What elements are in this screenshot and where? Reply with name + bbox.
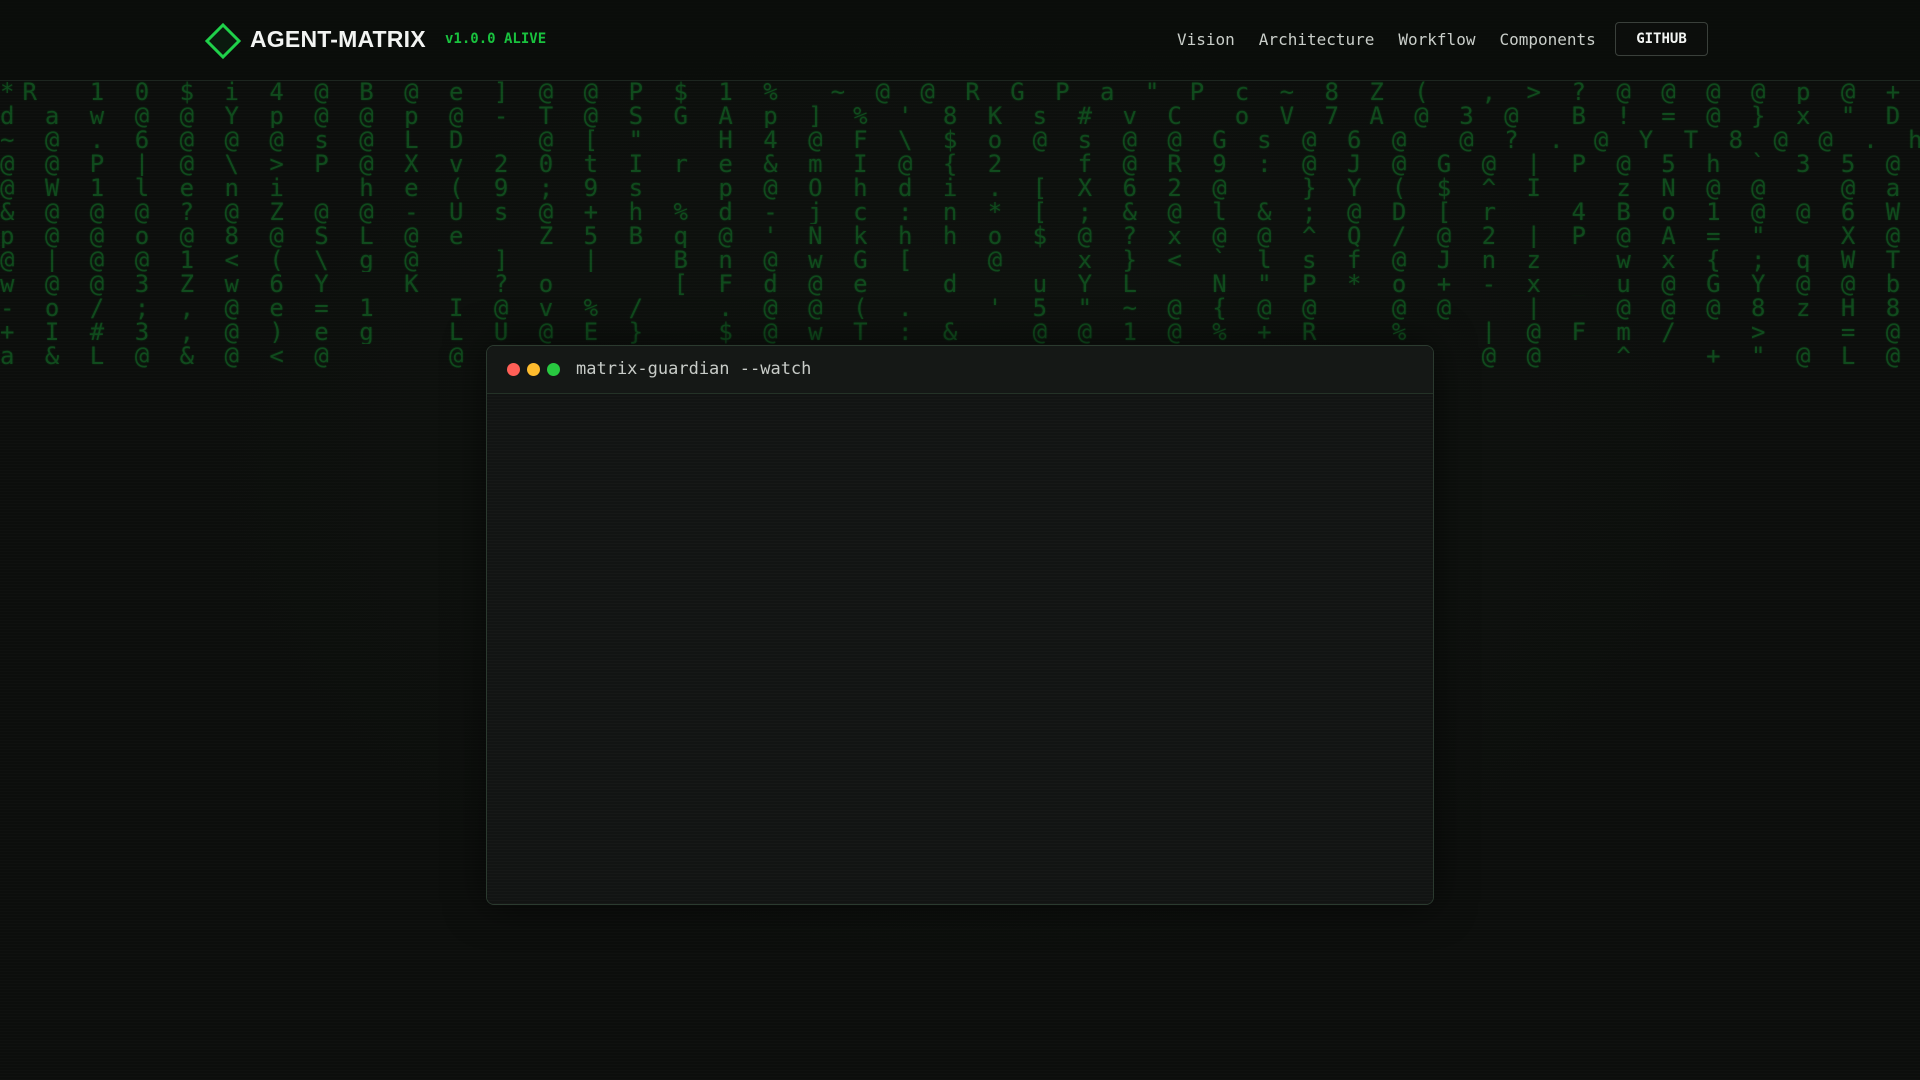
diamond-logo-icon[interactable] [204, 22, 242, 60]
terminal-title: matrix-guardian --watch [576, 359, 812, 379]
top-navbar: AGENT-MATRIX v1.0.0 ALIVE Vision Archite… [0, 0, 1920, 81]
nav-link-workflow[interactable]: Workflow [1398, 30, 1475, 49]
rain-row: @ W 1 l e n i h e ( 9 ; 9 s p @ O h d i … [0, 176, 1909, 200]
github-button[interactable]: GITHUB [1615, 22, 1708, 56]
rain-row: *R 1 0 $ i 4 @ B @ e ] @ @ P $ 1 % ~ @ @… [0, 80, 1909, 104]
rain-row: d a w @ @ Y p @ @ p @ - T @ S G A p ] % … [0, 104, 1909, 128]
rain-row: @ @ P | @ \ > P @ X v 2 0 t I r e & m I … [0, 152, 1909, 176]
rain-row: w @ @ 3 Z w 6 Y K ? o [ F d @ e d u Y L … [0, 272, 1909, 296]
maximize-dot-icon[interactable] [547, 363, 560, 376]
main-nav: Vision Architecture Workflow Components [1177, 30, 1596, 49]
terminal-output-area[interactable] [487, 394, 1433, 904]
brand-name[interactable]: AGENT-MATRIX [250, 26, 426, 53]
rain-row: & @ @ @ ? @ Z @ @ - U s @ + h % d - j c … [0, 200, 1909, 224]
rain-row: + I # 3 , @ ) e g L U @ E } $ @ w T : & … [0, 320, 1909, 344]
rain-row: ~ @ . 6 @ @ @ s @ L D @ [ " H 4 @ F \ $ … [0, 128, 1920, 152]
nav-link-vision[interactable]: Vision [1177, 30, 1235, 49]
nav-link-architecture[interactable]: Architecture [1259, 30, 1375, 49]
rain-row: - o / ; , @ e = 1 I @ v % / . @ @ ( . ' … [0, 296, 1909, 320]
terminal-window: matrix-guardian --watch [486, 345, 1434, 905]
matrix-rain-background: *R 1 0 $ i 4 @ B @ e ] @ @ P $ 1 % ~ @ @… [0, 80, 1920, 380]
rain-row: p @ @ o @ 8 @ S L @ e Z 5 B q @ ' N k h … [0, 224, 1909, 248]
minimize-dot-icon[interactable] [527, 363, 540, 376]
nav-link-components[interactable]: Components [1499, 30, 1595, 49]
rain-row: @ | @ @ 1 < ( \ g @ ] | B n @ w G [ @ x … [0, 248, 1909, 272]
close-dot-icon[interactable] [507, 363, 520, 376]
version-badge: v1.0.0 ALIVE [445, 31, 547, 47]
terminal-titlebar: matrix-guardian --watch [487, 346, 1433, 394]
page: *R 1 0 $ i 4 @ B @ e ] @ @ P $ 1 % ~ @ @… [0, 0, 1920, 1080]
